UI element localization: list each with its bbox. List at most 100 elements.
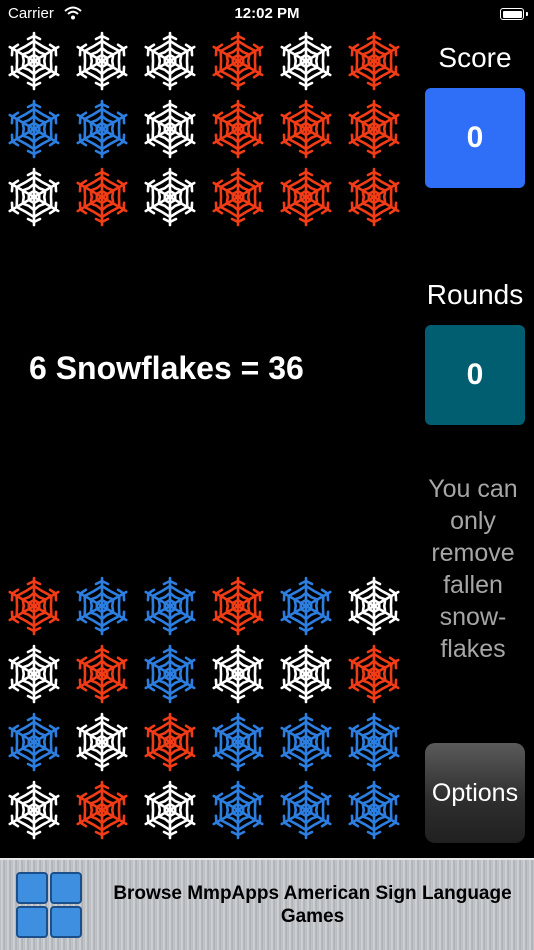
blue-snowflake[interactable] — [68, 95, 136, 163]
rounds-label: Rounds — [426, 279, 524, 310]
hint-line: only — [450, 507, 496, 535]
blue-snowflake[interactable] — [272, 572, 340, 640]
rounds-value: 0 — [466, 358, 484, 391]
snowflake-icon — [139, 30, 201, 92]
snowflake-icon — [3, 575, 65, 637]
white-snowflake[interactable] — [0, 776, 68, 844]
red-snowflake[interactable] — [136, 708, 204, 776]
hint-line: fallen — [443, 571, 503, 599]
white-snowflake[interactable] — [0, 27, 68, 95]
snowflake-icon — [71, 711, 133, 773]
red-snowflake[interactable] — [68, 776, 136, 844]
blue-snowflake[interactable] — [340, 776, 408, 844]
white-snowflake[interactable] — [68, 27, 136, 95]
ad-text: Browse MmpApps American Sign Language Ga… — [113, 883, 512, 927]
snowflake-icon — [343, 166, 405, 228]
red-snowflake[interactable] — [340, 27, 408, 95]
sign-language-app-icon — [16, 872, 82, 938]
ad-banner[interactable]: Browse MmpApps American Sign Language Ga… — [0, 858, 534, 950]
red-snowflake[interactable] — [68, 163, 136, 231]
snowflake-icon — [3, 98, 65, 160]
snowflake-icon — [207, 643, 269, 705]
snowflake-icon — [139, 98, 201, 160]
snowflake-icon — [3, 30, 65, 92]
snowflake-icon — [207, 166, 269, 228]
score-label: Score — [438, 42, 512, 73]
hint-text: You can only remove fallen snow- flakes — [414, 473, 532, 665]
snowflake-equation: 6 Snowflakes = 36 — [29, 350, 304, 386]
snowflake-icon — [139, 711, 201, 773]
snowflake-icon — [275, 166, 337, 228]
snowflake-icon — [3, 779, 65, 841]
red-snowflake[interactable] — [204, 27, 272, 95]
blue-snowflake[interactable] — [136, 572, 204, 640]
snowflake-icon — [343, 98, 405, 160]
hint-line: snow- — [439, 603, 507, 631]
hint-line: flakes — [440, 635, 506, 663]
blue-snowflake[interactable] — [272, 708, 340, 776]
snowflake-icon — [207, 30, 269, 92]
red-snowflake[interactable] — [204, 572, 272, 640]
bottom-snowflake-grid — [0, 572, 408, 844]
options-button-label: Options — [431, 778, 519, 807]
blue-snowflake[interactable] — [136, 640, 204, 708]
blue-snowflake[interactable] — [0, 708, 68, 776]
white-snowflake[interactable] — [340, 572, 408, 640]
red-snowflake[interactable] — [204, 95, 272, 163]
snowflake-icon — [343, 575, 405, 637]
hint-line: remove — [431, 539, 515, 567]
snowflake-icon — [275, 643, 337, 705]
rounds-value-box: 0 — [425, 325, 525, 425]
white-snowflake[interactable] — [272, 27, 340, 95]
snowflake-icon — [207, 575, 269, 637]
snowflake-icon — [275, 30, 337, 92]
white-snowflake[interactable] — [0, 640, 68, 708]
red-snowflake[interactable] — [0, 572, 68, 640]
blue-snowflake[interactable] — [204, 776, 272, 844]
red-snowflake[interactable] — [272, 163, 340, 231]
snowflake-icon — [343, 30, 405, 92]
snowflake-icon — [207, 711, 269, 773]
status-bar: Carrier 12:02 PM — [0, 0, 534, 30]
red-snowflake[interactable] — [340, 640, 408, 708]
snowflake-icon — [71, 643, 133, 705]
white-snowflake[interactable] — [136, 95, 204, 163]
white-snowflake[interactable] — [136, 27, 204, 95]
snowflake-icon — [139, 166, 201, 228]
white-snowflake[interactable] — [136, 163, 204, 231]
white-snowflake[interactable] — [0, 163, 68, 231]
red-snowflake[interactable] — [68, 640, 136, 708]
snowflake-icon — [275, 779, 337, 841]
blue-snowflake[interactable] — [204, 708, 272, 776]
options-button[interactable]: Options — [425, 743, 525, 843]
score-value: 0 — [466, 121, 484, 154]
snowflake-icon — [71, 98, 133, 160]
white-snowflake[interactable] — [68, 708, 136, 776]
red-snowflake[interactable] — [272, 95, 340, 163]
snowflake-icon — [343, 711, 405, 773]
snowflake-icon — [343, 779, 405, 841]
snowflake-icon — [3, 643, 65, 705]
snowflake-icon — [71, 575, 133, 637]
snowflake-icon — [275, 711, 337, 773]
battery-icon — [500, 8, 528, 20]
blue-snowflake[interactable] — [0, 95, 68, 163]
snowflake-icon — [275, 575, 337, 637]
blue-snowflake[interactable] — [272, 776, 340, 844]
hint-line: You can — [428, 475, 518, 503]
white-snowflake[interactable] — [272, 640, 340, 708]
snowflake-icon — [71, 30, 133, 92]
blue-snowflake[interactable] — [68, 572, 136, 640]
red-snowflake[interactable] — [204, 163, 272, 231]
red-snowflake[interactable] — [340, 163, 408, 231]
white-snowflake[interactable] — [136, 776, 204, 844]
snowflake-icon — [139, 779, 201, 841]
snowflake-icon — [71, 779, 133, 841]
snowflake-icon — [343, 643, 405, 705]
top-snowflake-grid — [0, 27, 408, 231]
snowflake-icon — [3, 711, 65, 773]
blue-snowflake[interactable] — [340, 708, 408, 776]
white-snowflake[interactable] — [204, 640, 272, 708]
red-snowflake[interactable] — [340, 95, 408, 163]
snowflake-icon — [139, 575, 201, 637]
